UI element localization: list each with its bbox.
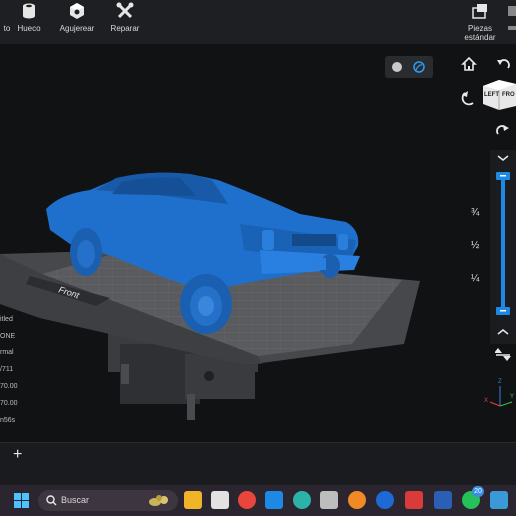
blender-icon[interactable] (348, 491, 366, 509)
info-line: rmal (0, 349, 14, 356)
chevron-up-icon[interactable] (497, 329, 509, 335)
wrench-icon (116, 2, 134, 19)
info-line: n56s (0, 417, 16, 424)
layer-fraction-label: ¾ (471, 207, 480, 218)
edge-icon[interactable] (293, 491, 311, 509)
cylinder-icon (23, 3, 35, 19)
xray-view-icon[interactable] (413, 61, 425, 73)
3d-viewport[interactable]: Front itled ONE rmal /711 70.00 70.00 n5… (0, 44, 516, 442)
repair-button[interactable]: Reparar (108, 0, 142, 44)
info-line: itled (0, 316, 13, 323)
search-icon (46, 495, 57, 506)
bluetooth-icon[interactable] (376, 491, 394, 509)
word-icon[interactable] (434, 491, 452, 509)
search-box[interactable]: Buscar (38, 490, 178, 511)
rotate-ccw-icon[interactable] (496, 56, 512, 72)
add-object-button[interactable]: + (13, 446, 22, 464)
cube-left-face: LEFT (484, 92, 499, 98)
x-axis-label: X (484, 398, 488, 404)
hollow-button[interactable]: Hueco (14, 0, 44, 44)
pdf-app-icon[interactable] (405, 491, 423, 509)
toolbar-item-partial[interactable]: to (0, 0, 14, 44)
slicer-app-icon[interactable] (265, 491, 283, 509)
store-icon[interactable] (211, 491, 229, 509)
layer-range-icon[interactable] (495, 346, 511, 362)
punch-hole-button[interactable]: Agujerear (56, 0, 98, 44)
calculator-icon[interactable] (320, 491, 338, 509)
windows-icon[interactable] (14, 493, 29, 508)
chrome-icon[interactable] (238, 491, 256, 509)
layer-fraction-label: ¼ (471, 273, 480, 284)
repair-label: Reparar (110, 24, 140, 33)
info-line: ONE (0, 333, 16, 340)
layer-fraction-label: ½ (471, 240, 480, 251)
info-line: 70.00 (0, 400, 18, 407)
rotate-left-icon[interactable] (461, 90, 477, 106)
info-line: /711 (0, 366, 14, 373)
home-icon[interactable] (461, 56, 477, 72)
z-axis-label: Z (498, 379, 502, 385)
object-list-bar: + (0, 442, 516, 486)
notification-badge: 20 (472, 486, 484, 497)
solid-view-icon[interactable] (392, 62, 402, 72)
search-placeholder: Buscar (61, 495, 90, 505)
view-mode-group (385, 56, 433, 78)
standard-parts-label: Piezas estándar (464, 24, 496, 42)
layer-slider-track[interactable] (501, 174, 505, 314)
parts-icon (472, 4, 487, 19)
axis-gizmo: Z Y X (484, 379, 514, 407)
rotate-cw-icon[interactable] (494, 122, 510, 138)
search-highlight-icon (149, 495, 168, 506)
punch-hole-label: Agujerear (59, 24, 95, 33)
notes-icon[interactable] (490, 491, 508, 509)
file-explorer-icon[interactable] (184, 491, 202, 509)
chevron-down-icon[interactable] (497, 155, 509, 161)
toolbar-item-label: to (3, 24, 11, 33)
view-cube[interactable]: LEFT FRO (481, 76, 516, 112)
hollow-label: Hueco (17, 24, 41, 33)
y-axis-label: Y (510, 394, 514, 400)
layer-slider-panel (490, 150, 516, 344)
toolbar-item-cutoff[interactable] (506, 2, 516, 42)
scene-canvas[interactable]: Front (0, 44, 516, 442)
cube-icon (70, 3, 84, 19)
top-toolbar: to Hueco Agujerear Reparar Piezas estánd… (0, 0, 516, 44)
cube-front-face: FRO (502, 92, 515, 98)
info-line: 70.00 (0, 383, 18, 390)
standard-parts-button[interactable]: Piezas estándar (462, 0, 498, 44)
